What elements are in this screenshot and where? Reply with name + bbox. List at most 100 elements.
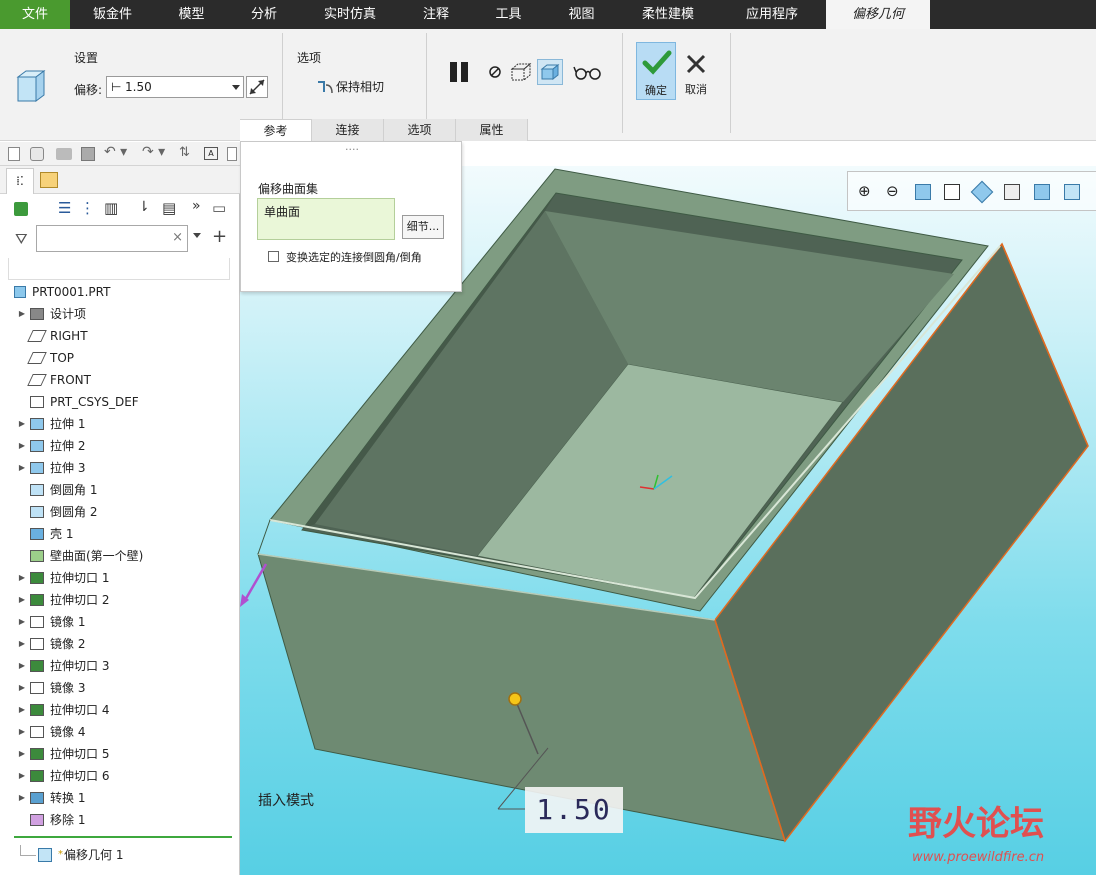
zoom-out-icon[interactable]: ⊖ xyxy=(886,182,899,200)
expand-arrow-icon[interactable]: ▶ xyxy=(14,765,30,787)
tree-item[interactable]: 壳 1 xyxy=(0,523,73,545)
menu-applications[interactable]: 应用程序 xyxy=(718,0,826,29)
expand-arrow-icon[interactable]: ▶ xyxy=(14,567,30,589)
flip-direction-button[interactable] xyxy=(246,76,268,98)
more-icon[interactable]: » xyxy=(192,198,201,214)
tree-item[interactable]: FRONT xyxy=(0,369,91,391)
details-button[interactable]: 细节... xyxy=(402,215,444,239)
menu-model[interactable]: 模型 xyxy=(155,0,228,29)
zoom-in-icon[interactable]: ⊕ xyxy=(858,182,871,200)
tree-item[interactable]: ▶ 镜像 3 xyxy=(0,677,86,699)
saved-views-icon[interactable] xyxy=(970,180,994,204)
menu-live-simulation[interactable]: 实时仿真 xyxy=(300,0,400,29)
menu-file[interactable]: 文件 xyxy=(0,0,70,29)
panel-grip[interactable]: .... xyxy=(241,140,463,153)
layer-tree-tab-icon[interactable] xyxy=(40,172,58,188)
funnel-icon[interactable]: ⛛ xyxy=(15,230,28,248)
menu-analysis[interactable]: 分析 xyxy=(228,0,300,29)
tree-item[interactable]: ▶ 拉伸切口 4 xyxy=(0,699,110,721)
tab-references[interactable]: 参考 xyxy=(240,119,312,141)
transform-rounds-checkbox[interactable] xyxy=(268,251,279,262)
tree-filter-icon[interactable]: ⋮ xyxy=(80,199,95,217)
display-style-icon[interactable] xyxy=(944,184,960,200)
tree-item[interactable]: ▶ 镜像 2 xyxy=(0,633,86,655)
preview-button[interactable] xyxy=(508,59,534,85)
glasses-button[interactable] xyxy=(572,59,604,85)
tree-item[interactable]: 倒圆角 1 xyxy=(0,479,97,501)
show-icon[interactable]: ▭ xyxy=(212,199,226,217)
windows-icon[interactable]: A xyxy=(204,147,218,160)
perspective-icon[interactable] xyxy=(1034,184,1050,200)
tree-item[interactable]: RIGHT xyxy=(0,325,88,347)
redo-icon[interactable]: ↷ ▾ xyxy=(142,144,165,160)
menu-annotate[interactable]: 注释 xyxy=(400,0,472,29)
menu-sheetmetal[interactable]: 钣金件 xyxy=(70,0,155,29)
tab-connection[interactable]: 连接 xyxy=(312,119,384,141)
tree-item[interactable]: 移除 1 xyxy=(0,809,85,831)
tree-insert-item[interactable]: * 偏移几何 1 xyxy=(0,844,123,866)
undo-icon[interactable]: ↶ ▾ xyxy=(104,144,127,160)
offset-value-combo[interactable]: ⊢ 1.50 xyxy=(106,76,244,98)
tree-item[interactable]: ▶ 拉伸 1 xyxy=(0,413,86,435)
tree-item[interactable]: ▶ 转换 1 xyxy=(0,787,86,809)
menu-view[interactable]: 视图 xyxy=(545,0,618,29)
save-icon[interactable] xyxy=(81,147,95,161)
spin-center-icon[interactable] xyxy=(1064,184,1080,200)
tab-properties[interactable]: 属性 xyxy=(456,119,528,141)
open-icon[interactable] xyxy=(30,147,44,161)
menu-flexible-modeling[interactable]: 柔性建模 xyxy=(618,0,718,29)
surface-collector[interactable]: 单曲面 xyxy=(257,198,395,240)
search-dropdown-icon[interactable] xyxy=(193,233,201,238)
tree-item[interactable]: ▶ 拉伸 2 xyxy=(0,435,86,457)
menu-offset-geometry[interactable]: 偏移几何 xyxy=(826,0,930,29)
ok-button[interactable]: 确定 xyxy=(636,42,676,100)
tree-item[interactable]: ▶ 拉伸 3 xyxy=(0,457,86,479)
no-preview-button[interactable] xyxy=(482,59,508,85)
expand-arrow-icon[interactable]: ▶ xyxy=(14,677,30,699)
expand-arrow-icon[interactable]: ▶ xyxy=(14,699,30,721)
tree-item[interactable]: TOP xyxy=(0,347,74,369)
close-window-icon[interactable] xyxy=(227,147,237,161)
tree-item[interactable]: ▶ 拉伸切口 6 xyxy=(0,765,110,787)
expand-arrow-icon[interactable]: ▶ xyxy=(14,611,30,633)
expand-arrow-icon[interactable]: ▶ xyxy=(14,633,30,655)
refit-icon[interactable] xyxy=(915,184,931,200)
surface-item[interactable]: 单曲面 xyxy=(264,205,300,219)
expand-arrow-icon[interactable]: ▶ xyxy=(14,655,30,677)
tree-item[interactable]: 壁曲面(第一个壁) xyxy=(0,545,143,567)
tree-item[interactable]: ▶ 拉伸切口 5 xyxy=(0,743,110,765)
tree-item[interactable]: ▶ 镜像 4 xyxy=(0,721,86,743)
expand-arrow-icon[interactable]: ▶ xyxy=(14,743,30,765)
tree-item[interactable]: ▶ 拉伸切口 1 xyxy=(0,567,110,589)
model-icon[interactable] xyxy=(14,202,28,216)
expand-arrow-icon[interactable]: ▶ xyxy=(14,457,30,479)
expand-arrow-icon[interactable]: ▶ xyxy=(14,589,30,611)
tree-item[interactable]: 倒圆角 2 xyxy=(0,501,97,523)
tree-root[interactable]: PRT0001.PRT xyxy=(0,281,110,303)
tree-item[interactable]: ▶ 拉伸切口 2 xyxy=(0,589,110,611)
expand-arrow-icon[interactable]: ▶ xyxy=(14,787,30,809)
tree-item[interactable]: ▶ 镜像 1 xyxy=(0,611,86,633)
clear-icon[interactable]: × xyxy=(172,230,183,245)
expand-arrow-icon[interactable]: ▶ xyxy=(14,303,30,325)
add-icon[interactable]: + xyxy=(212,226,227,247)
filter-options-icon[interactable]: ⇂ xyxy=(138,199,150,215)
new-file-icon[interactable] xyxy=(8,147,20,161)
expand-arrow-icon[interactable]: ▶ xyxy=(14,435,30,457)
verify-button[interactable] xyxy=(537,59,563,85)
view-manager-icon[interactable] xyxy=(1004,184,1020,200)
model-tree-tab-icon[interactable]: ⁞⁚ xyxy=(6,168,34,194)
keep-tangent-button[interactable]: 保持相切 xyxy=(316,78,384,95)
expand-arrow-icon[interactable]: ▶ xyxy=(14,413,30,435)
expand-arrow-icon[interactable]: ▶ xyxy=(14,721,30,743)
folder-icon[interactable] xyxy=(56,148,72,160)
tree-item[interactable]: ▶ 设计项 xyxy=(0,303,86,325)
settings-icon[interactable]: ▤ xyxy=(162,199,176,217)
tree-item[interactable]: ▶ 拉伸切口 3 xyxy=(0,655,110,677)
regenerate-icon[interactable]: ⇅ xyxy=(179,145,190,160)
list-icon[interactable]: ☰ xyxy=(58,199,71,217)
chevron-down-icon[interactable] xyxy=(232,85,240,90)
menu-tools[interactable]: 工具 xyxy=(472,0,545,29)
cancel-button[interactable]: 取消 xyxy=(678,42,714,100)
offset-dimension[interactable]: 1.50 xyxy=(525,787,623,833)
